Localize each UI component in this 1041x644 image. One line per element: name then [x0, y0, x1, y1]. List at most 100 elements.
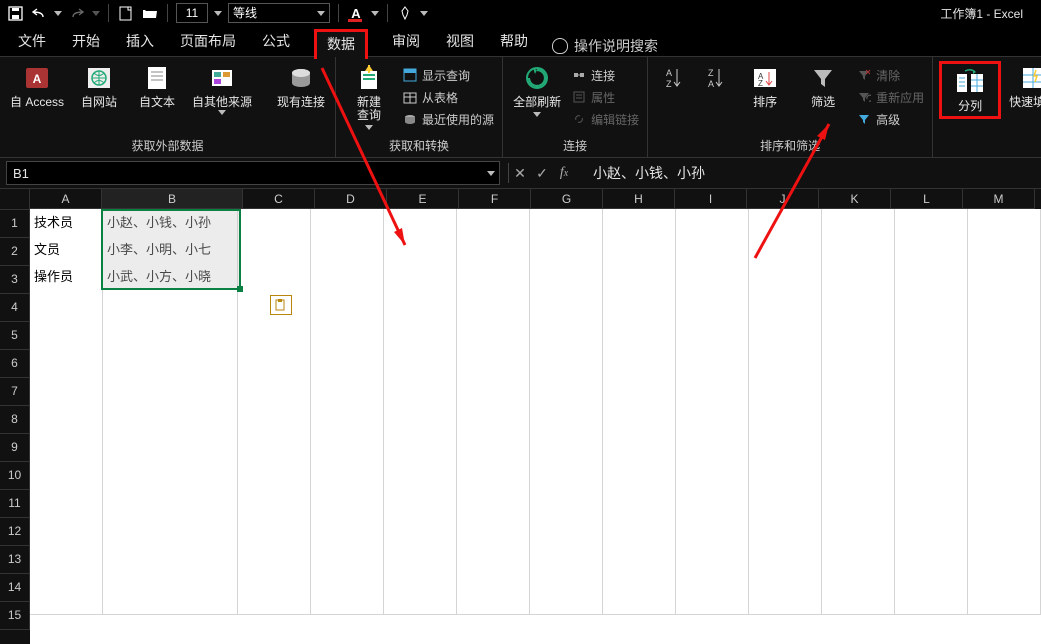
cell[interactable]: [603, 425, 676, 453]
chevron-down-icon[interactable]: [487, 171, 495, 176]
cell[interactable]: [384, 479, 457, 507]
existing-connections-button[interactable]: 现有连接: [273, 61, 329, 111]
cell[interactable]: [749, 398, 822, 426]
cell[interactable]: [895, 344, 968, 372]
cell[interactable]: [968, 587, 1041, 615]
cell[interactable]: [895, 290, 968, 318]
cell[interactable]: [530, 290, 603, 318]
cell[interactable]: [384, 452, 457, 480]
cell[interactable]: [676, 560, 749, 588]
row-header[interactable]: 12: [0, 518, 30, 546]
cell[interactable]: [103, 371, 238, 399]
clear-filter-button[interactable]: 清除: [854, 65, 926, 85]
select-all-corner[interactable]: [0, 189, 30, 210]
formula-value[interactable]: 小赵、小钱、小孙: [593, 163, 705, 183]
name-box[interactable]: [6, 161, 500, 185]
cell[interactable]: [603, 344, 676, 372]
cell[interactable]: [822, 344, 895, 372]
sort-asc-button[interactable]: AZ: [654, 61, 692, 95]
cell[interactable]: [968, 290, 1041, 318]
show-queries-button[interactable]: 显示查询: [400, 65, 496, 85]
cell[interactable]: [238, 209, 311, 237]
column-header[interactable]: B: [102, 189, 243, 209]
cell[interactable]: [384, 425, 457, 453]
cell[interactable]: [457, 506, 530, 534]
cell[interactable]: [676, 236, 749, 264]
column-header[interactable]: K: [819, 189, 891, 209]
cell[interactable]: [530, 452, 603, 480]
cell[interactable]: [676, 587, 749, 615]
font-color-icon[interactable]: A: [347, 4, 365, 22]
cell[interactable]: [895, 425, 968, 453]
column-header[interactable]: J: [747, 189, 819, 209]
cell[interactable]: [384, 560, 457, 588]
row-header[interactable]: 7: [0, 378, 30, 406]
cell[interactable]: [822, 479, 895, 507]
column-header[interactable]: F: [459, 189, 531, 209]
cell[interactable]: [384, 371, 457, 399]
cell[interactable]: [530, 263, 603, 291]
cell[interactable]: [311, 290, 384, 318]
cell[interactable]: [603, 506, 676, 534]
cell[interactable]: [30, 425, 103, 453]
cell[interactable]: [30, 533, 103, 561]
cell[interactable]: [530, 479, 603, 507]
cell[interactable]: [968, 398, 1041, 426]
cells-area[interactable]: 技术员小赵、小钱、小孙文员小李、小明、小七操作员小武、小方、小晓: [30, 209, 1041, 614]
cell[interactable]: [603, 533, 676, 561]
row-header[interactable]: 14: [0, 574, 30, 602]
cell[interactable]: [238, 317, 311, 345]
cell[interactable]: [603, 209, 676, 237]
cell[interactable]: [603, 263, 676, 291]
column-header[interactable]: L: [891, 189, 963, 209]
row-header[interactable]: 5: [0, 322, 30, 350]
row-header[interactable]: 2: [0, 238, 30, 266]
cell[interactable]: [968, 371, 1041, 399]
cell[interactable]: [603, 452, 676, 480]
tab-view[interactable]: 视图: [444, 26, 476, 56]
cell[interactable]: [238, 587, 311, 615]
cell[interactable]: [457, 479, 530, 507]
cell[interactable]: [749, 290, 822, 318]
flash-fill-button[interactable]: 快速填充: [1005, 61, 1041, 111]
cell[interactable]: [822, 506, 895, 534]
cell[interactable]: [530, 587, 603, 615]
cell[interactable]: 小李、小明、小七: [103, 236, 238, 264]
connections-button[interactable]: 连接: [569, 65, 641, 85]
cell[interactable]: [311, 263, 384, 291]
cell[interactable]: [749, 209, 822, 237]
cell[interactable]: [676, 479, 749, 507]
row-header[interactable]: 15: [0, 602, 30, 630]
from-access-button[interactable]: A自 Access: [6, 61, 68, 111]
properties-button[interactable]: 属性: [569, 87, 641, 107]
cell[interactable]: [457, 263, 530, 291]
tab-layout[interactable]: 页面布局: [178, 26, 238, 56]
cell[interactable]: [530, 236, 603, 264]
cell[interactable]: [895, 317, 968, 345]
column-header[interactable]: A: [30, 189, 102, 209]
cell[interactable]: [457, 587, 530, 615]
cell[interactable]: [676, 425, 749, 453]
cell[interactable]: [603, 560, 676, 588]
cell[interactable]: [103, 317, 238, 345]
cell[interactable]: [384, 344, 457, 372]
cell[interactable]: [30, 506, 103, 534]
cell[interactable]: [103, 425, 238, 453]
cell[interactable]: [822, 263, 895, 291]
cell[interactable]: [749, 317, 822, 345]
cell[interactable]: [238, 398, 311, 426]
cell[interactable]: [238, 506, 311, 534]
cell[interactable]: [676, 398, 749, 426]
cell[interactable]: [968, 317, 1041, 345]
cell[interactable]: [749, 533, 822, 561]
cell[interactable]: [311, 587, 384, 615]
column-header[interactable]: D: [315, 189, 387, 209]
tab-formula[interactable]: 公式: [260, 26, 292, 56]
cell[interactable]: [457, 371, 530, 399]
cell[interactable]: [603, 317, 676, 345]
tab-file[interactable]: 文件: [16, 26, 48, 56]
cell[interactable]: [895, 398, 968, 426]
cell[interactable]: [822, 317, 895, 345]
cell[interactable]: [457, 425, 530, 453]
cell[interactable]: [311, 479, 384, 507]
